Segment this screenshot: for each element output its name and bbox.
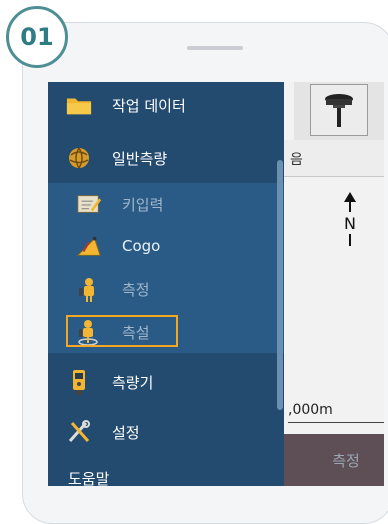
submenu-item-label: 측정 [122,280,150,299]
north-label: N [344,214,356,233]
navigation-drawer: 작업 데이터 일반측량 키입력 Cogo 측정 측설 측량기 설정 도움말 [48,82,284,486]
measure-button[interactable]: 측정 [306,440,384,480]
menu-item-general-survey[interactable]: 일반측량 [48,138,284,223]
menu-item-job-data[interactable]: 작업 데이터 [48,82,284,128]
drawer-scrollbar[interactable] [277,160,283,410]
gnss-receiver-button[interactable] [310,84,368,136]
folder-icon [66,92,92,118]
instrument-icon [66,369,92,395]
menu-item-settings[interactable]: 설정 [48,411,284,453]
step-badge: 01 [6,6,68,68]
submenu-item-key-in[interactable]: 키입력 [48,183,284,225]
map-status-text: 음 [290,152,303,168]
menu-item-label: 일반측량 [112,149,168,168]
measure-icon [76,276,102,302]
keyin-icon [76,191,102,217]
selection-highlight [66,315,178,347]
submenu-item-label: 키입력 [122,195,164,214]
menu-item-instrument[interactable]: 측량기 [48,361,284,403]
menu-item-label: 측량기 [112,373,154,392]
menu-item-help[interactable]: 도움말 [48,458,284,487]
submenu-item-cogo[interactable]: Cogo [48,225,284,267]
settings-icon [66,419,92,445]
submenu-item-measure[interactable]: 측정 [48,267,284,311]
gnss-antenna-icon [325,94,353,127]
menu-item-label: 설정 [112,423,140,442]
globe-icon [66,145,92,171]
phone-speaker [187,46,243,50]
submenu-item-label: Cogo [122,237,161,255]
north-arrow: N [343,192,357,252]
map-scale-bar [288,422,384,423]
device-screen: 음 N ,000m 측정 작업 데이터 일반측량 키입력 Cogo 측정 측설 … [48,82,384,486]
map-status-row: 음 [284,140,384,177]
north-arrow-icon: N [344,192,356,246]
cogo-icon [76,233,102,259]
map-scale-label: ,000m [288,402,333,418]
menu-item-label: 작업 데이터 [112,96,186,115]
menu-item-label: 도움말 [68,469,110,487]
